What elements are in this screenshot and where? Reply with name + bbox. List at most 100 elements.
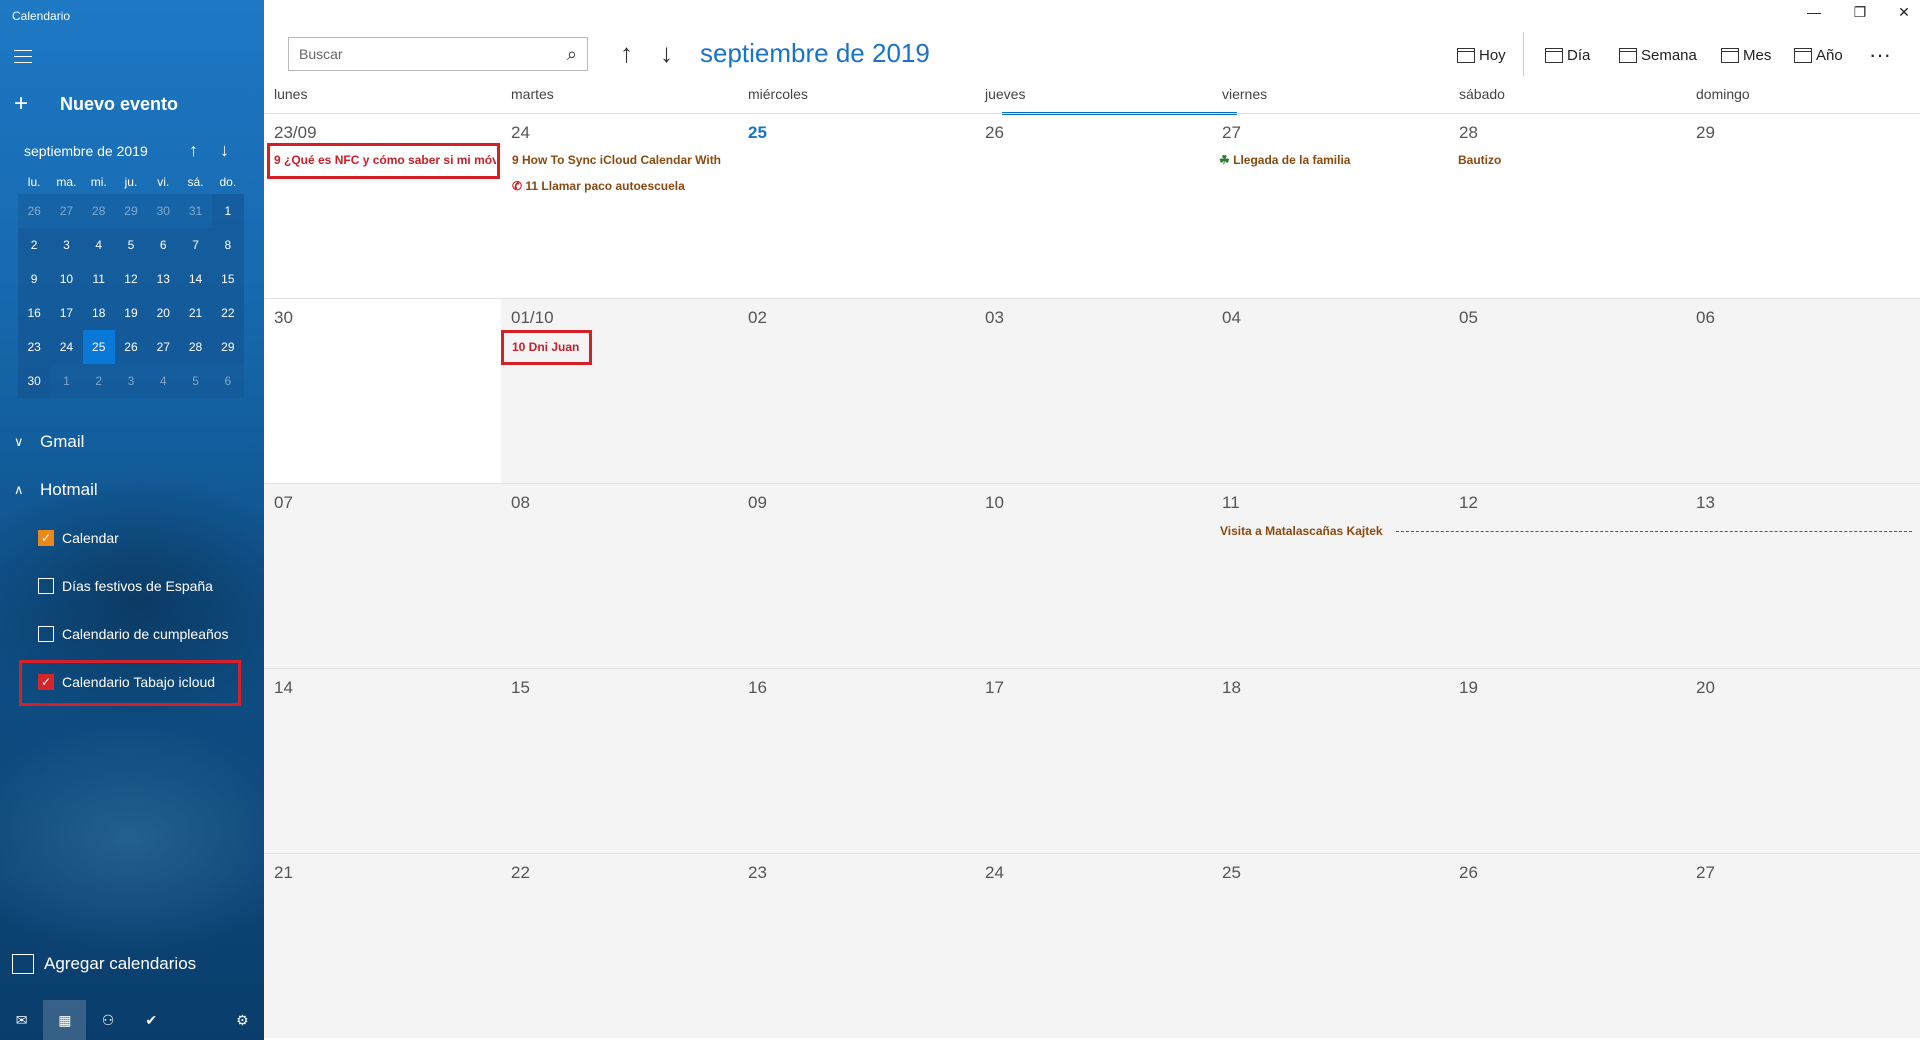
- day-cell[interactable]: 13: [1686, 483, 1920, 668]
- month-view-button[interactable]: Mes: [1721, 47, 1771, 64]
- mini-calendar-day[interactable]: 8: [211, 228, 244, 262]
- hamburger-menu-icon[interactable]: [14, 50, 32, 64]
- calendar-item-cumpleanos[interactable]: Calendario de cumpleaños: [38, 626, 229, 642]
- day-cell[interactable]: 23/09: [264, 113, 501, 298]
- mini-calendar-day[interactable]: 6: [147, 228, 180, 262]
- day-cell[interactable]: 16: [738, 668, 975, 853]
- day-cell[interactable]: 01/10: [501, 298, 738, 483]
- day-cell[interactable]: 12: [1449, 483, 1686, 668]
- day-cell[interactable]: 07: [264, 483, 501, 668]
- day-cell[interactable]: 04: [1212, 298, 1449, 483]
- mini-calendar-day[interactable]: 10: [50, 262, 83, 296]
- day-cell[interactable]: 11: [1212, 483, 1449, 668]
- mini-calendar-day[interactable]: 16: [18, 296, 51, 330]
- todo-icon[interactable]: ✔: [130, 1000, 173, 1040]
- checkbox-unchecked[interactable]: [38, 578, 54, 594]
- more-options-icon[interactable]: ···: [1869, 42, 1891, 68]
- mini-calendar-day[interactable]: 30: [18, 364, 51, 398]
- day-cell[interactable]: 15: [501, 668, 738, 853]
- mini-calendar-next-icon[interactable]: ↓: [220, 140, 229, 161]
- mini-calendar-day[interactable]: 3: [114, 364, 148, 398]
- search-icon[interactable]: ⌕: [567, 44, 577, 65]
- day-cell[interactable]: 22: [501, 853, 738, 1038]
- previous-month-icon[interactable]: ↑: [620, 38, 633, 69]
- day-cell[interactable]: 18: [1212, 668, 1449, 853]
- day-cell[interactable]: 27: [1686, 853, 1920, 1038]
- day-cell[interactable]: 25: [1212, 853, 1449, 1038]
- mini-calendar-day[interactable]: 28: [82, 194, 115, 228]
- account-gmail[interactable]: ∨ Gmail: [14, 432, 84, 452]
- mini-calendar-day[interactable]: 27: [50, 194, 83, 228]
- mini-calendar-day[interactable]: 25: [82, 330, 115, 364]
- people-icon[interactable]: ⚇: [86, 1000, 129, 1040]
- day-cell[interactable]: 21: [264, 853, 501, 1038]
- day-cell[interactable]: 28: [1449, 113, 1686, 298]
- calendar-item-festivos[interactable]: Días festivos de España: [38, 578, 213, 594]
- day-cell[interactable]: 20: [1686, 668, 1920, 853]
- day-cell[interactable]: 26: [975, 113, 1212, 298]
- mini-calendar-day[interactable]: 13: [147, 262, 180, 296]
- mini-calendar-day[interactable]: 1: [211, 194, 244, 228]
- mini-calendar-day[interactable]: 4: [82, 228, 115, 262]
- mini-calendar-day[interactable]: 3: [50, 228, 83, 262]
- minimize-icon[interactable]: —: [1794, 4, 1834, 20]
- mini-calendar-day[interactable]: 30: [147, 194, 180, 228]
- calendar-event[interactable]: Bautizo: [1458, 153, 1688, 167]
- mail-icon[interactable]: ✉: [0, 1000, 43, 1040]
- mini-calendar-day[interactable]: 5: [179, 364, 212, 398]
- mini-calendar-day[interactable]: 24: [50, 330, 83, 364]
- search-input[interactable]: Buscar ⌕: [288, 37, 588, 71]
- mini-calendar-day[interactable]: 26: [114, 330, 148, 364]
- mini-calendar-day[interactable]: 9: [18, 262, 51, 296]
- mini-calendar-day[interactable]: 20: [147, 296, 180, 330]
- mini-calendar-day[interactable]: 22: [211, 296, 244, 330]
- day-cell[interactable]: 08: [501, 483, 738, 668]
- day-cell[interactable]: 30: [264, 298, 501, 483]
- mini-calendar-day[interactable]: 26: [18, 194, 51, 228]
- add-calendars-button[interactable]: Agregar calendarios: [12, 954, 196, 974]
- mini-calendar-day[interactable]: 14: [179, 262, 212, 296]
- mini-calendar-day[interactable]: 21: [179, 296, 212, 330]
- calendar-event[interactable]: 9 How To Sync iCloud Calendar With: [512, 153, 742, 167]
- account-hotmail[interactable]: ∧ Hotmail: [14, 480, 98, 500]
- mini-calendar-day[interactable]: 2: [18, 228, 51, 262]
- week-view-button[interactable]: Semana: [1619, 47, 1697, 64]
- mini-calendar-day[interactable]: 2: [82, 364, 115, 398]
- close-icon[interactable]: ✕: [1884, 4, 1920, 21]
- calendar-event-with-phone[interactable]: ✆ 11 Llamar paco autoescuela: [512, 179, 742, 193]
- day-cell[interactable]: 09: [738, 483, 975, 668]
- day-view-button[interactable]: Día: [1545, 47, 1590, 64]
- mini-calendar-day[interactable]: 19: [114, 296, 148, 330]
- mini-calendar-day[interactable]: 29: [211, 330, 244, 364]
- mini-calendar-day[interactable]: 31: [179, 194, 212, 228]
- calendar-event-with-icon[interactable]: ☘ Llegada de la familia: [1219, 153, 1449, 167]
- mini-calendar-day[interactable]: 18: [82, 296, 115, 330]
- mini-calendar-day[interactable]: 15: [211, 262, 244, 296]
- settings-icon[interactable]: ⚙: [221, 1000, 264, 1040]
- checkbox-checked[interactable]: ✓: [38, 530, 54, 546]
- mini-calendar-day[interactable]: 5: [114, 228, 148, 262]
- day-cell[interactable]: 25: [738, 113, 975, 298]
- mini-calendar-day[interactable]: 29: [114, 194, 148, 228]
- mini-calendar-day[interactable]: 4: [147, 364, 180, 398]
- calendar-item-calendar[interactable]: ✓ Calendar: [38, 530, 119, 546]
- day-cell[interactable]: 06: [1686, 298, 1920, 483]
- mini-calendar-day[interactable]: 11: [82, 262, 115, 296]
- calendar-icon[interactable]: ▦: [43, 1000, 87, 1040]
- mini-calendar-day[interactable]: 6: [211, 364, 244, 398]
- mini-calendar-day[interactable]: 7: [179, 228, 212, 262]
- day-cell[interactable]: 27: [1212, 113, 1449, 298]
- day-cell[interactable]: 02: [738, 298, 975, 483]
- day-cell[interactable]: 10: [975, 483, 1212, 668]
- mini-calendar-day[interactable]: 27: [147, 330, 180, 364]
- day-cell[interactable]: 29: [1686, 113, 1920, 298]
- mini-calendar-day[interactable]: 17: [50, 296, 83, 330]
- new-event-button[interactable]: + Nuevo evento: [14, 92, 178, 116]
- mini-calendar-day[interactable]: 12: [114, 262, 148, 296]
- next-month-icon[interactable]: ↓: [660, 38, 673, 69]
- day-cell[interactable]: 19: [1449, 668, 1686, 853]
- day-cell[interactable]: 14: [264, 668, 501, 853]
- mini-calendar-day[interactable]: 1: [50, 364, 83, 398]
- day-cell[interactable]: 24: [975, 853, 1212, 1038]
- checkbox-unchecked[interactable]: [38, 626, 54, 642]
